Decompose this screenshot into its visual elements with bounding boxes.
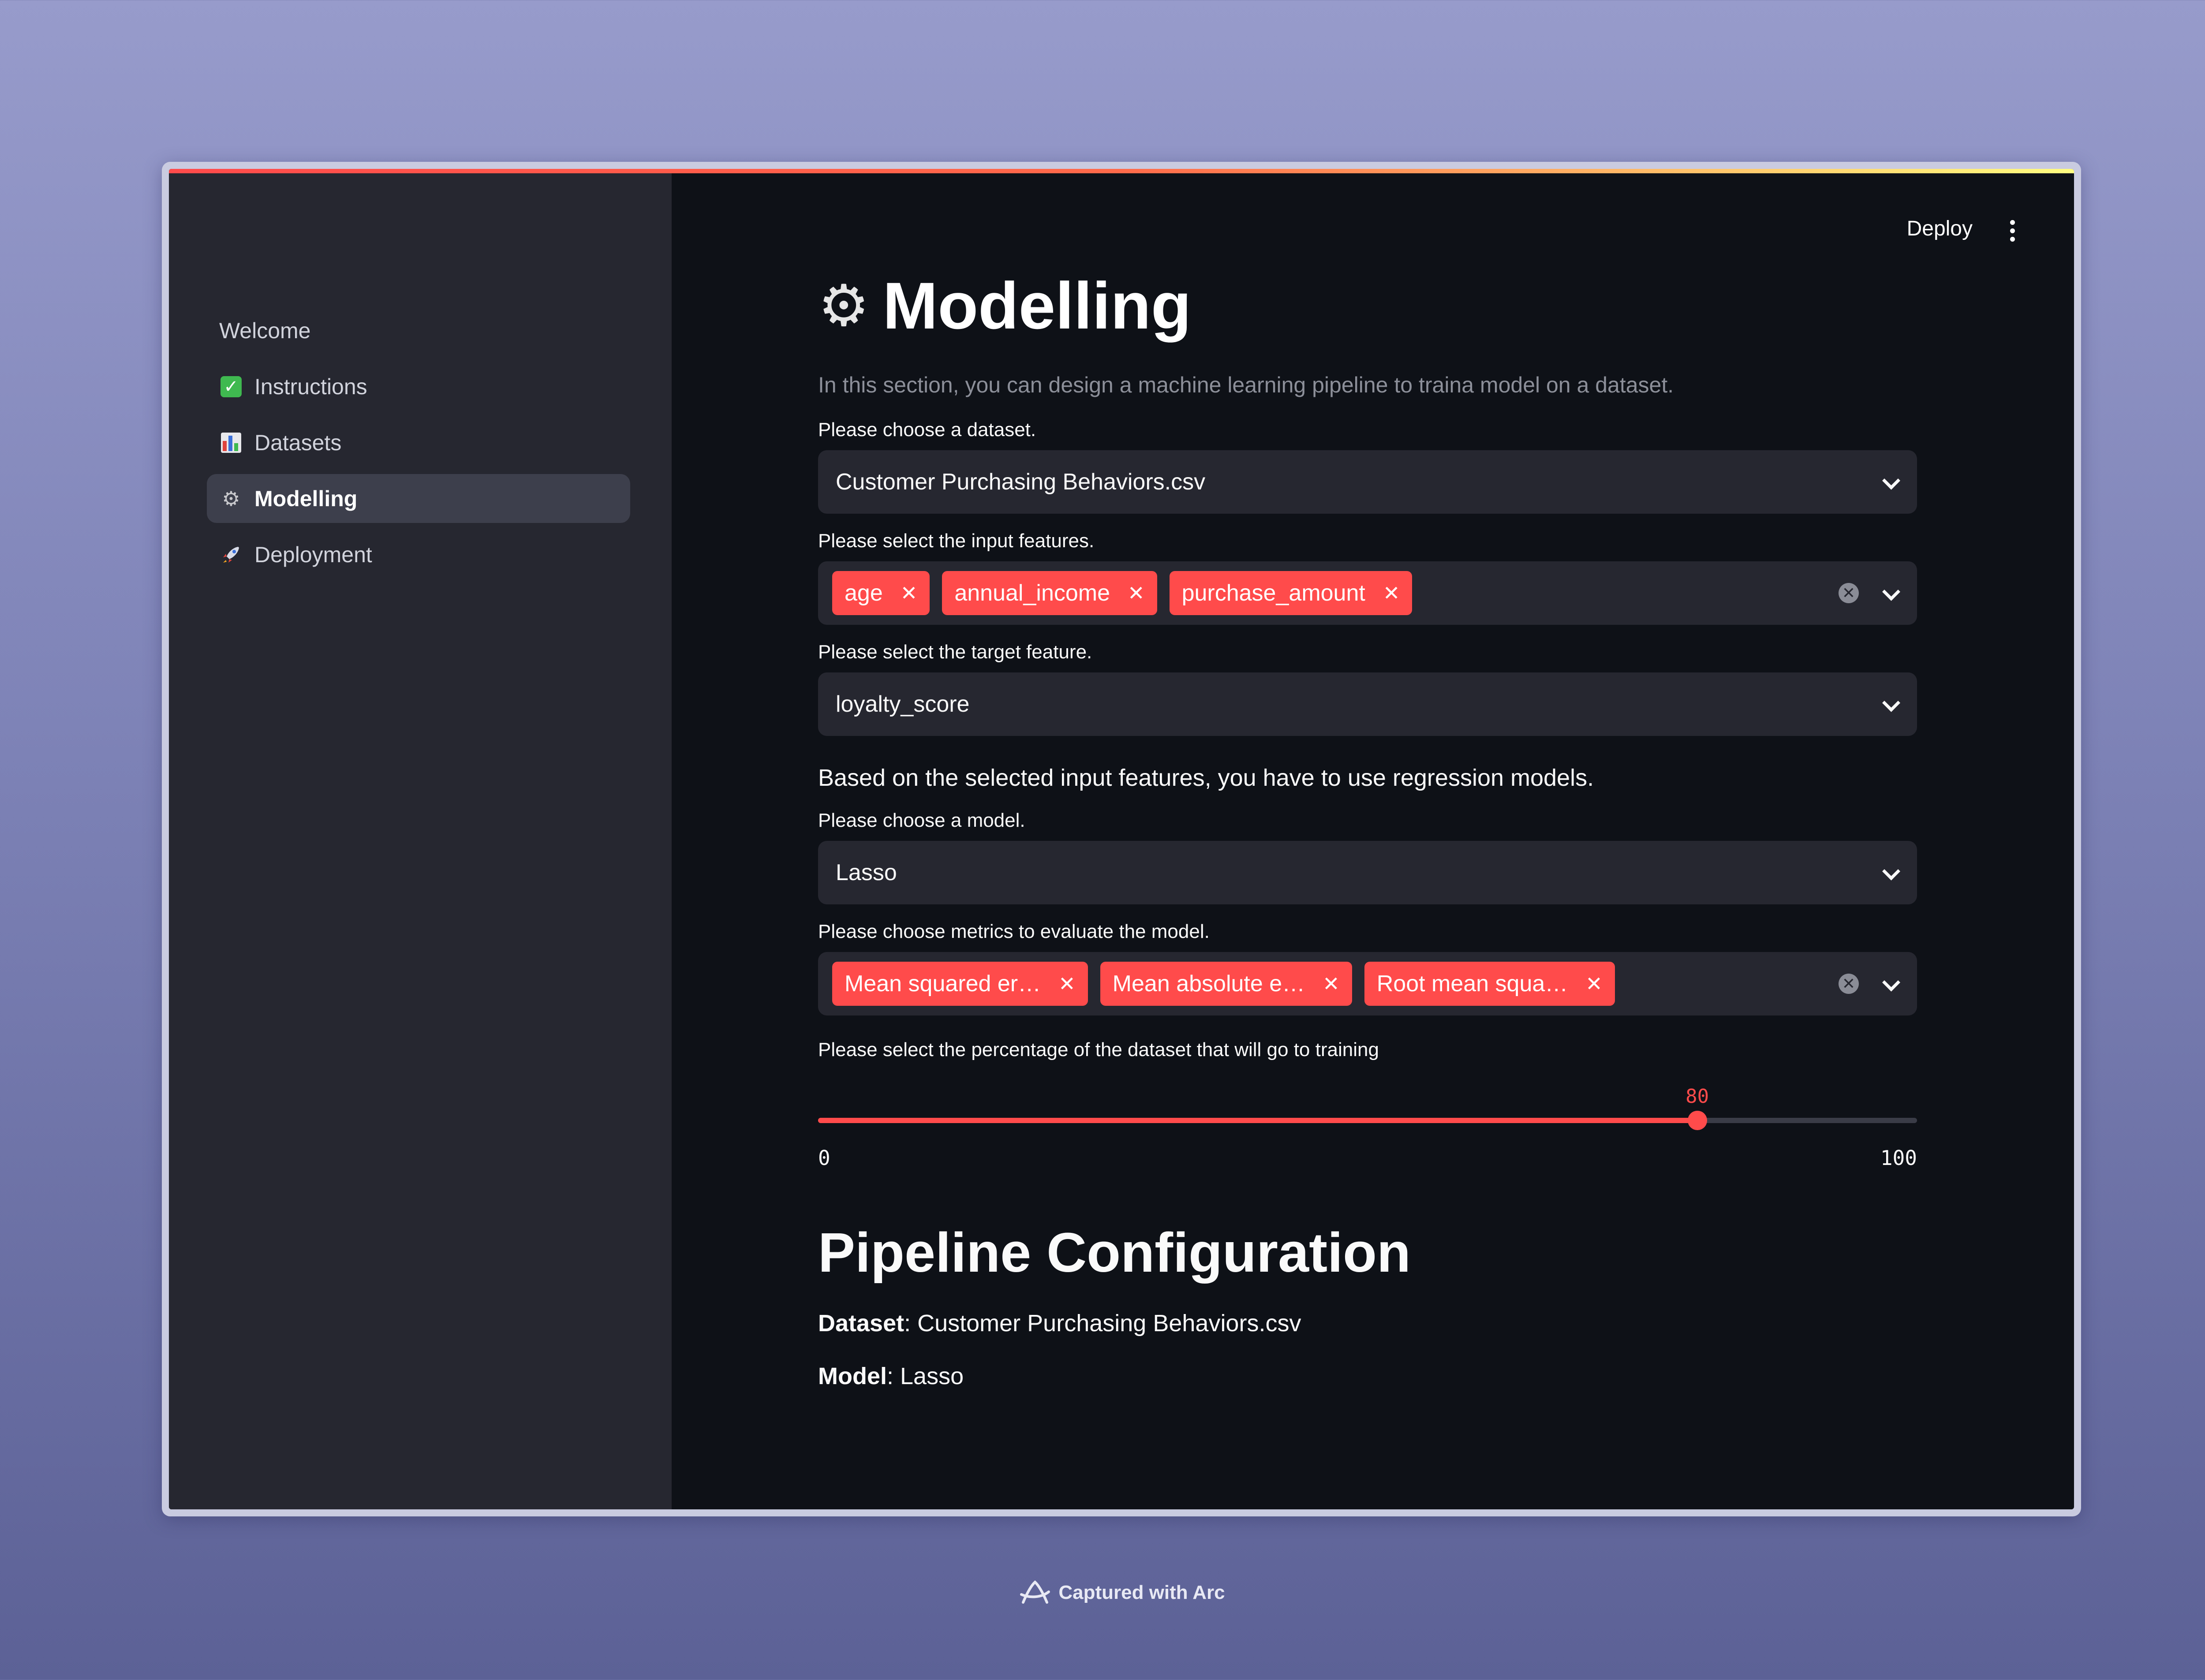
tag-label: purchase_amount: [1181, 580, 1365, 606]
model-select[interactable]: Lasso: [818, 841, 1917, 904]
tag-annual-income: annual_income ✕: [942, 571, 1157, 615]
page-subtitle: In this section, you can design a machin…: [818, 373, 1674, 397]
tag-mse: Mean squared er… ✕: [832, 962, 1088, 1006]
sidebar-item-label: Deployment: [254, 542, 372, 567]
remove-tag-icon[interactable]: ✕: [901, 581, 918, 605]
top-decoration-bar: [169, 169, 2074, 173]
target-feature-label: Please select the target feature.: [818, 641, 1092, 663]
metrics-label: Please choose metrics to evaluate the mo…: [818, 921, 1210, 942]
sidebar-item-deployment[interactable]: Deployment: [207, 530, 630, 579]
sidebar-item-label: Datasets: [254, 430, 342, 455]
split-slider[interactable]: 80 0 100: [818, 1063, 1917, 1170]
split-slider-label: Please select the percentage of the data…: [818, 1039, 1379, 1060]
sidebar: Welcome ✓ Instructions Datasets ⚙ Modell…: [169, 169, 672, 1509]
slider-value: 80: [1686, 1085, 1709, 1108]
remove-tag-icon[interactable]: ✕: [1323, 972, 1340, 996]
tag-purchase-amount: purchase_amount ✕: [1169, 571, 1413, 615]
sidebar-item-instructions[interactable]: ✓ Instructions: [207, 362, 630, 411]
tag-label: Root mean squa…: [1376, 971, 1568, 997]
input-features-label: Please select the input features.: [818, 530, 1095, 552]
gear-icon: ⚙: [222, 487, 240, 510]
gear-icon: ⚙: [818, 273, 870, 338]
tag-label: age: [845, 580, 883, 606]
chevron-down-icon[interactable]: [1882, 582, 1901, 601]
pipeline-model-key: Model: [818, 1363, 887, 1389]
sidebar-item-welcome[interactable]: Welcome: [207, 306, 630, 355]
chevron-down-icon: [1882, 471, 1901, 490]
chevron-down-icon: [1882, 694, 1901, 712]
chevron-down-icon[interactable]: [1882, 973, 1901, 992]
footer-text: Captured with Arc: [1058, 1582, 1225, 1603]
clear-all-icon[interactable]: ✕: [1839, 974, 1859, 994]
slider-fill: [818, 1118, 1697, 1123]
slider-max: 100: [1880, 1146, 1917, 1170]
target-feature-value: loyalty_score: [836, 691, 970, 717]
pipeline-model: Model: Lasso: [818, 1359, 1917, 1394]
metrics-multiselect[interactable]: Mean squared er… ✕ Mean absolute e… ✕ Root…: [818, 952, 1917, 1015]
pipeline-dataset: Dataset: Customer Purchasing Behaviors.c…: [818, 1306, 1917, 1341]
main-content: ⚙ Modelling In this section, you can des…: [818, 253, 1917, 1394]
model-type-info: Based on the selected input features, yo…: [818, 765, 1594, 791]
bar-chart-icon: [219, 431, 243, 455]
sidebar-item-datasets[interactable]: Datasets: [207, 418, 630, 467]
dataset-select-value: Customer Purchasing Behaviors.csv: [836, 469, 1206, 495]
remove-tag-icon[interactable]: ✕: [1585, 972, 1603, 996]
deploy-button[interactable]: Deploy: [1907, 217, 1973, 241]
remove-tag-icon[interactable]: ✕: [1383, 581, 1400, 605]
streamlit-app: Welcome ✓ Instructions Datasets ⚙ Modell…: [169, 169, 2074, 1509]
input-features-multiselect[interactable]: age ✕ annual_income ✕ purchase_amount ✕ ✕: [818, 561, 1917, 625]
tag-label: annual_income: [954, 580, 1110, 606]
tag-age: age ✕: [832, 571, 930, 615]
pipeline-model-value: : Lasso: [887, 1363, 964, 1389]
check-mark-icon: ✓: [219, 375, 243, 399]
pipeline-heading: Pipeline Configuration: [818, 1221, 1411, 1284]
slider-min: 0: [818, 1146, 830, 1170]
main-area: Deploy ⚙ Modelling In this section, you …: [672, 169, 2074, 1509]
more-menu-icon[interactable]: [2003, 213, 2021, 248]
tag-label: Mean squared er…: [845, 971, 1041, 997]
capture-footer: Captured with Arc: [0, 1579, 2205, 1607]
slider-track[interactable]: [818, 1111, 1917, 1130]
tag-rmse: Root mean squa… ✕: [1364, 962, 1615, 1006]
tag-label: Mean absolute e…: [1112, 971, 1305, 997]
sidebar-item-modelling[interactable]: ⚙ Modelling: [207, 474, 630, 523]
pipeline-dataset-value: : Customer Purchasing Behaviors.csv: [904, 1310, 1301, 1337]
target-feature-select[interactable]: loyalty_score: [818, 672, 1917, 736]
page-title: ⚙ Modelling: [818, 253, 1917, 358]
dataset-select[interactable]: Customer Purchasing Behaviors.csv: [818, 450, 1917, 514]
rocket-icon: [219, 543, 243, 567]
model-label: Please choose a model.: [818, 810, 1025, 831]
model-select-value: Lasso: [836, 860, 897, 885]
chevron-down-icon: [1882, 862, 1901, 881]
page-title-text: Modelling: [882, 268, 1192, 343]
remove-tag-icon[interactable]: ✕: [1058, 972, 1076, 996]
sidebar-nav: Welcome ✓ Instructions Datasets ⚙ Modell…: [207, 306, 630, 586]
sidebar-item-label: Modelling: [254, 486, 358, 511]
clear-all-icon[interactable]: ✕: [1839, 583, 1859, 603]
sidebar-item-label: Instructions: [254, 374, 367, 399]
browser-window: Welcome ✓ Instructions Datasets ⚙ Modell…: [162, 162, 2081, 1516]
remove-tag-icon[interactable]: ✕: [1128, 581, 1145, 605]
tag-mae: Mean absolute e… ✕: [1100, 962, 1352, 1006]
arc-logo-icon: [1020, 1580, 1050, 1604]
dataset-label: Please choose a dataset.: [818, 419, 1036, 441]
slider-thumb[interactable]: [1687, 1111, 1707, 1130]
pipeline-dataset-key: Dataset: [818, 1310, 904, 1337]
sidebar-item-label: Welcome: [219, 318, 311, 343]
